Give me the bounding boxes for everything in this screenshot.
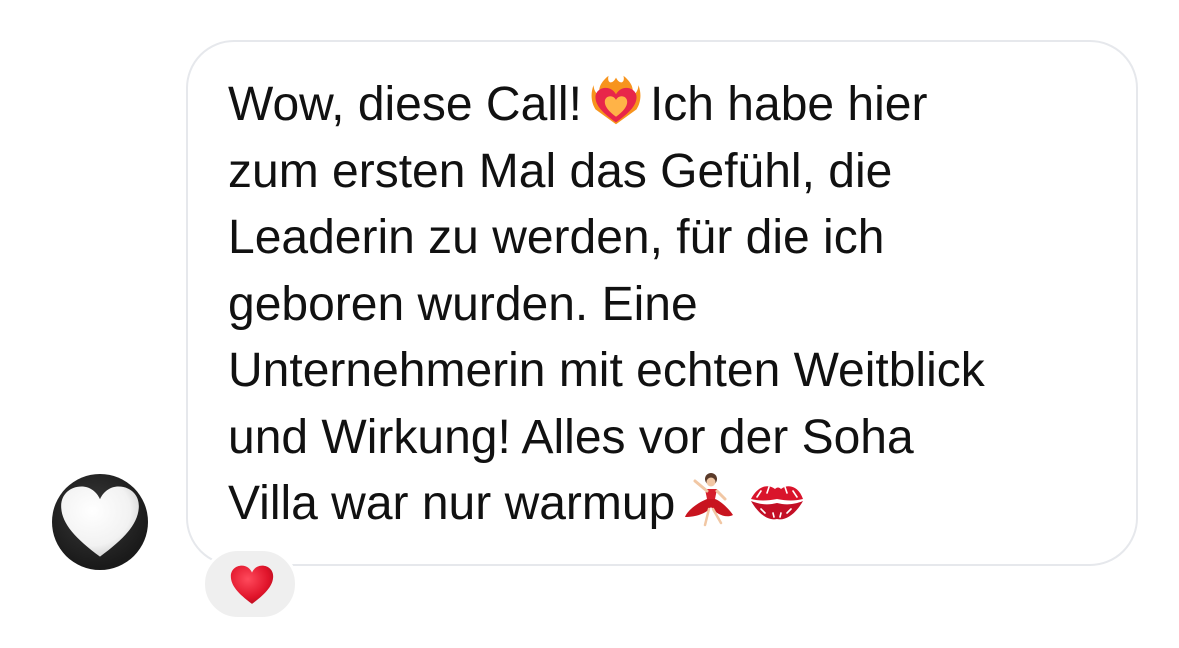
- message-text: Wow, diese Call! Ich habe hier zum erste…: [228, 72, 1108, 538]
- message-line: Unternehmerin mit echten Weitblick: [228, 344, 985, 397]
- heart-on-fire-icon: [591, 75, 641, 125]
- avatar[interactable]: [52, 474, 148, 570]
- message-line: Wow, diese Call! Ich habe hier: [228, 72, 1108, 139]
- message-line: und Wirkung! Alles vor der Soha: [228, 410, 914, 464]
- message-line: Leaderin zu werden, für die ich: [228, 211, 885, 264]
- white-heart-icon: [61, 486, 139, 557]
- dancer-icon: [685, 473, 734, 527]
- reaction-badge[interactable]: [202, 548, 298, 620]
- red-heart-icon: [230, 565, 274, 604]
- message-line: zum ersten Mal das Gefühl, die: [228, 144, 893, 198]
- kiss-mark-icon: [751, 486, 804, 520]
- message-line: geboren wurden. Eine: [228, 277, 698, 331]
- message-line: Villa war nur warmup: [228, 471, 1108, 538]
